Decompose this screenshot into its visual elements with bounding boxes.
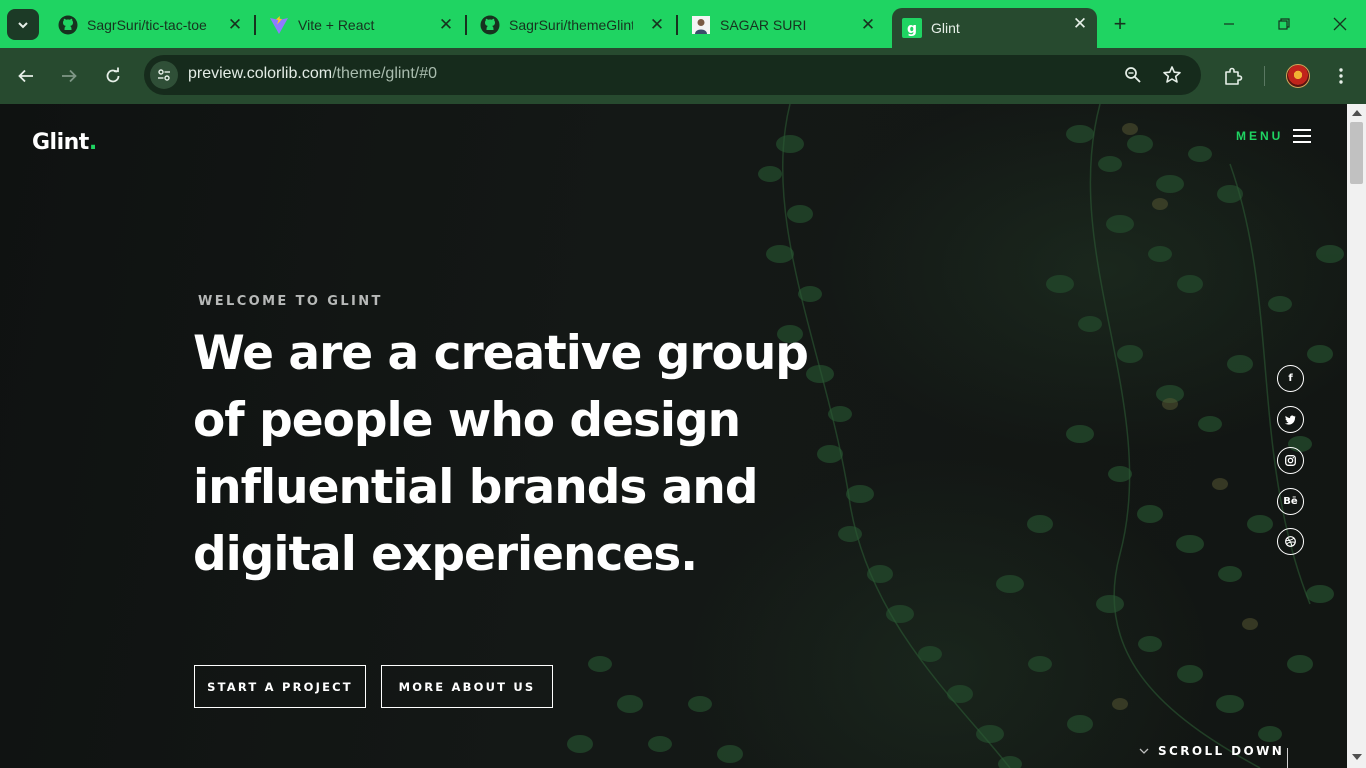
- zoom-icon[interactable]: [1121, 63, 1145, 87]
- github-icon: [480, 15, 500, 35]
- forward-button[interactable]: [55, 62, 83, 90]
- close-icon[interactable]: ✕: [1071, 15, 1089, 33]
- instagram-icon[interactable]: [1277, 447, 1304, 474]
- scroll-indicator-line: [1287, 748, 1288, 768]
- back-button[interactable]: [12, 62, 40, 90]
- profile-avatar[interactable]: [1286, 64, 1310, 88]
- twitter-icon[interactable]: [1277, 406, 1304, 433]
- page-viewport: Glint. MENU WELCOME TO GLINT We are a cr…: [0, 104, 1347, 768]
- facebook-icon[interactable]: f: [1277, 365, 1304, 392]
- tab-sagar-suri[interactable]: SAGAR SURI ✕: [681, 8, 885, 42]
- scroll-down-label: SCROLL DOWN: [1158, 744, 1285, 758]
- url-text[interactable]: preview.colorlib.com/theme/glint/#0: [188, 65, 437, 83]
- hamburger-icon: [1293, 128, 1312, 144]
- dribbble-icon[interactable]: [1277, 528, 1304, 555]
- new-tab-button[interactable]: +: [1108, 12, 1132, 36]
- tab-separator: [465, 15, 467, 35]
- tab-title: Glint: [931, 20, 960, 36]
- menu-label: MENU: [1236, 129, 1284, 143]
- bookmark-star-icon[interactable]: [1160, 63, 1184, 87]
- tab-separator: [254, 15, 256, 35]
- toolbar-divider: [1264, 66, 1265, 86]
- logo-dot: .: [88, 130, 97, 155]
- restore-icon[interactable]: [1272, 12, 1296, 36]
- scroll-down-link[interactable]: SCROLL DOWN: [1137, 744, 1284, 758]
- tab-vite-react[interactable]: Vite + React ✕: [259, 8, 463, 42]
- logo-text: Glint: [32, 130, 89, 155]
- tab-separator: [676, 15, 678, 35]
- chevron-down-icon: [18, 21, 28, 28]
- more-about-us-button[interactable]: MORE ABOUT US: [381, 665, 553, 708]
- reload-button[interactable]: [99, 62, 127, 90]
- hero-eyebrow: WELCOME TO GLINT: [198, 294, 383, 309]
- site-logo[interactable]: Glint.: [32, 130, 97, 155]
- facebook-glyph: f: [1288, 373, 1293, 384]
- browser-tab-strip: SagrSuri/tic-tac-toe ✕ Vite + React ✕ Sa…: [0, 0, 1366, 48]
- address-bar[interactable]: preview.colorlib.com/theme/glint/#0: [144, 55, 1201, 95]
- arrow-right-icon: [62, 69, 77, 83]
- tab-theme-glint-repo[interactable]: SagrSuri/themeGlint ✕: [470, 8, 674, 42]
- profile-photo-icon: [691, 15, 711, 35]
- scroll-up-arrow[interactable]: [1352, 110, 1362, 116]
- tab-title: SAGAR SURI: [720, 17, 807, 33]
- tab-glint-active[interactable]: g Glint ✕: [892, 8, 1097, 48]
- minimize-icon[interactable]: [1217, 12, 1241, 36]
- scroll-down-arrow[interactable]: [1352, 754, 1362, 760]
- menu-toggle[interactable]: MENU: [1236, 128, 1312, 144]
- url-host: preview.colorlib.com: [188, 65, 333, 82]
- browser-toolbar: preview.colorlib.com/theme/glint/#0: [0, 48, 1366, 104]
- close-icon[interactable]: ✕: [226, 16, 244, 34]
- vite-icon: [269, 15, 289, 35]
- chevron-down-icon: [1137, 744, 1151, 758]
- extensions-icon[interactable]: [1219, 62, 1247, 90]
- scrollbar-thumb[interactable]: [1350, 122, 1363, 184]
- reload-icon: [106, 67, 120, 83]
- close-icon[interactable]: ✕: [859, 16, 877, 34]
- github-icon: [58, 15, 78, 35]
- site-info-icon[interactable]: [150, 61, 178, 89]
- arrow-left-icon: [18, 69, 33, 83]
- hero-headline: We are a creative group of people who de…: [193, 326, 809, 582]
- more-menu-icon[interactable]: [1327, 62, 1355, 90]
- page-scrollbar[interactable]: [1347, 104, 1366, 768]
- url-path: /theme/glint/#0: [332, 65, 438, 82]
- behance-icon[interactable]: Bē: [1277, 488, 1304, 515]
- behance-glyph: Bē: [1283, 496, 1298, 507]
- tab-tic-tac-toe[interactable]: SagrSuri/tic-tac-toe ✕: [48, 8, 252, 42]
- tab-title: SagrSuri/themeGlint: [509, 17, 633, 33]
- glint-favicon: g: [902, 18, 922, 38]
- start-project-button[interactable]: START A PROJECT: [194, 665, 366, 708]
- close-icon[interactable]: ✕: [437, 16, 455, 34]
- window-close-icon[interactable]: [1328, 12, 1352, 36]
- tab-search-button[interactable]: [7, 9, 39, 40]
- close-icon[interactable]: ✕: [648, 16, 666, 34]
- svg-text:g: g: [907, 21, 917, 37]
- tab-title: SagrSuri/tic-tac-toe: [87, 17, 207, 33]
- tab-title: Vite + React: [298, 17, 375, 33]
